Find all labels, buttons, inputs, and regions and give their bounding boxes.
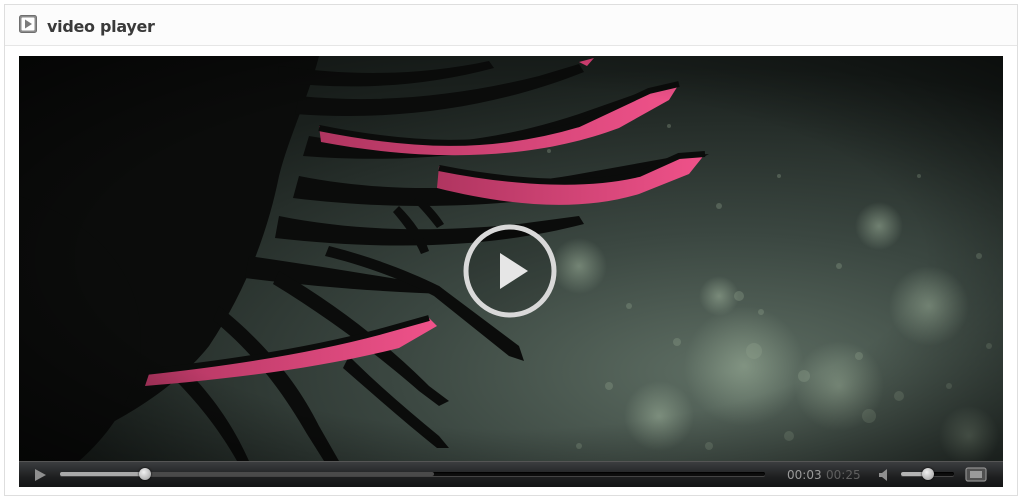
seek-handle[interactable] (138, 468, 151, 480)
seek-progress (60, 472, 145, 476)
video-panel: video player 00:03 00:25 (4, 4, 1018, 496)
volume-slider[interactable] (901, 468, 954, 480)
play-square-icon (19, 15, 37, 33)
play-icon[interactable] (33, 468, 47, 482)
duration-time: 00:25 (826, 468, 861, 482)
panel-header: video player (5, 5, 1017, 46)
big-play-button[interactable] (462, 223, 558, 319)
panel-title: video player (47, 17, 155, 36)
player-controls: 00:03 00:25 (19, 461, 1003, 487)
current-time: 00:03 (787, 468, 822, 482)
video-player[interactable]: 00:03 00:25 (19, 56, 1003, 487)
fullscreen-icon[interactable] (965, 467, 987, 482)
speaker-icon[interactable] (878, 468, 892, 482)
seek-bar[interactable] (60, 468, 765, 480)
volume-handle[interactable] (922, 468, 935, 480)
